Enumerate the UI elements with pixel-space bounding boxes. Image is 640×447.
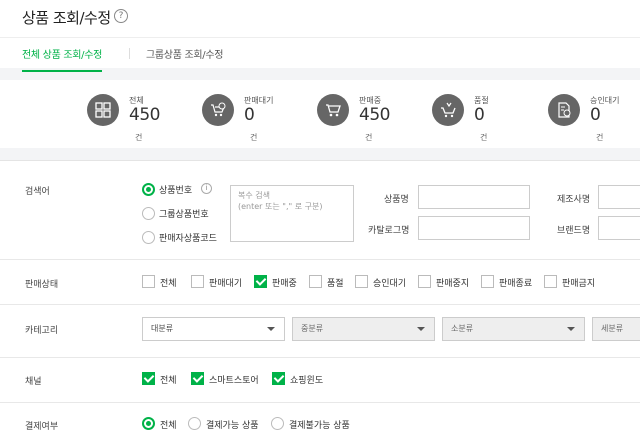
option-label: 전체: [160, 421, 177, 431]
row-label: 채널: [25, 377, 42, 387]
option-label: 결제불가능 상품: [289, 421, 350, 431]
field-label: 제조사명: [557, 195, 591, 205]
product-name-input[interactable]: [418, 185, 530, 209]
category-level1-select[interactable]: 대분류: [142, 317, 285, 341]
payment-row: 결제여부 전체 결제가능 상품 결제불가능 상품: [0, 403, 640, 447]
option-label: 전체: [160, 376, 177, 386]
field-label: 카탈로그명: [368, 226, 410, 236]
checkbox-status-pending[interactable]: [191, 275, 204, 288]
checkbox-status-ended[interactable]: [481, 275, 494, 288]
option-label: 상품번호: [159, 186, 193, 196]
radio-product-number[interactable]: [142, 183, 155, 196]
field-label: 상품명: [384, 195, 409, 205]
row-label: 검색어: [25, 187, 50, 197]
sales-status-row: 판매상태 전체 판매대기 판매중 품절 승인대기 판매중지 판매종료 판매금지: [0, 260, 640, 305]
option-label: 판매금지: [562, 279, 596, 289]
checkbox-status-on-sale[interactable]: [254, 275, 267, 288]
checkbox-channel-all[interactable]: [142, 372, 155, 385]
chevron-down-icon: [417, 327, 425, 331]
tab-all-products[interactable]: 전체 상품 조회/수정: [22, 46, 102, 72]
stat-value: 0건: [474, 105, 488, 142]
checkbox-status-all[interactable]: [142, 275, 155, 288]
checkbox-status-suspended[interactable]: [418, 275, 431, 288]
checkbox-status-sold-out[interactable]: [309, 275, 322, 288]
checkbox-channel-shoppingwindow[interactable]: [272, 372, 285, 385]
brand-name-input[interactable]: [598, 216, 640, 240]
option-label: 판매중: [272, 279, 297, 289]
manufacturer-input[interactable]: [598, 185, 640, 209]
cart-clock-icon: [202, 94, 234, 126]
chevron-down-icon: [567, 327, 575, 331]
category-level4-select[interactable]: 세분류: [592, 317, 640, 341]
catalog-name-input[interactable]: [418, 216, 530, 240]
stat-value: 0건: [244, 105, 258, 142]
tab-bar: 전체 상품 조회/수정 그룹상품 조회/수정: [0, 37, 640, 72]
checkbox-status-banned[interactable]: [544, 275, 557, 288]
stat-value: 0건: [590, 105, 604, 142]
row-label: 카테고리: [25, 326, 59, 336]
checkbox-status-approval[interactable]: [355, 275, 368, 288]
grid-icon: [87, 94, 119, 126]
category-level2-select[interactable]: 중분류: [292, 317, 435, 341]
option-label: 품절: [327, 279, 344, 289]
document-clock-icon: [548, 94, 580, 126]
stat-value: 450건: [129, 105, 160, 142]
option-label: 전체: [160, 279, 177, 289]
stat-value: 450건: [359, 105, 390, 142]
help-icon[interactable]: ?: [114, 9, 128, 23]
tab-divider: [129, 48, 130, 59]
radio-group-product-number[interactable]: [142, 207, 155, 220]
cart-icon: [317, 94, 349, 126]
option-label: 결제가능 상품: [206, 421, 259, 431]
multi-search-textarea[interactable]: [230, 185, 354, 242]
option-label: 그룹상품번호: [159, 210, 209, 220]
chevron-down-icon: [267, 327, 275, 331]
option-label: 쇼핑윈도: [290, 376, 324, 386]
page-header: 상품 조회/수정 ? 전체 상품 조회/수정 그룹상품 조회/수정: [0, 0, 640, 72]
info-icon[interactable]: i: [201, 183, 212, 194]
option-label: 스마트스토어: [209, 376, 259, 386]
radio-payment-unavailable[interactable]: [271, 417, 284, 430]
row-label: 판매상태: [25, 280, 59, 290]
category-level3-select[interactable]: 소분류: [442, 317, 585, 341]
search-keyword-row: 검색어 상품번호 i 그룹상품번호 판매자상품코드 상품명 제조사명 카탈로그명…: [0, 161, 640, 260]
option-label: 판매자상품코드: [159, 234, 217, 244]
option-label: 판매중지: [436, 279, 470, 289]
radio-payment-available[interactable]: [188, 417, 201, 430]
option-label: 승인대기: [373, 279, 407, 289]
channel-row: 채널 전체 스마트스토어 쇼핑윈도: [0, 358, 640, 403]
page-title: 상품 조회/수정: [22, 9, 111, 27]
category-row: 카테고리 대분류 중분류 소분류 세분류: [0, 305, 640, 358]
option-label: 판매종료: [499, 279, 533, 289]
radio-payment-all[interactable]: [142, 417, 155, 430]
radio-seller-product-code[interactable]: [142, 231, 155, 244]
row-label: 결제여부: [25, 422, 59, 432]
checkbox-channel-smartstore[interactable]: [191, 372, 204, 385]
search-form: 검색어 상품번호 i 그룹상품번호 판매자상품코드 상품명 제조사명 카탈로그명…: [0, 160, 640, 447]
option-label: 판매대기: [209, 279, 243, 289]
field-label: 브랜드명: [557, 226, 591, 236]
cart-out-icon: [432, 94, 464, 126]
status-summary: 전체 450건 판매대기 0건 판매중 450건 품절 0건 승인대기 0건: [0, 80, 640, 148]
tab-group-products[interactable]: 그룹상품 조회/수정: [146, 46, 223, 61]
